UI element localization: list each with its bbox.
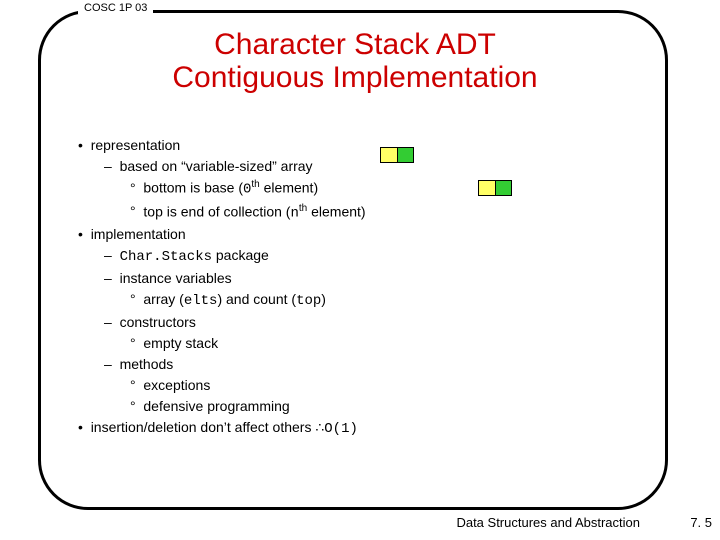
text: element) — [260, 180, 318, 196]
bullet-implementation: implementation Char.Stacks package insta… — [78, 224, 638, 417]
bullet-constructors: constructors empty stack — [104, 312, 638, 354]
bullet-empty-stack: empty stack — [130, 333, 638, 354]
bullet-representation: representation based on “variable-sized”… — [78, 135, 638, 224]
bullet-instance-variables: instance variables array (elts) and coun… — [104, 268, 638, 312]
code-top: top — [296, 293, 321, 309]
code-o1: O(1) — [324, 421, 358, 437]
text: array ( — [143, 291, 183, 307]
text: empty stack — [143, 335, 218, 351]
title-line-1: Character Stack ADT — [214, 28, 496, 61]
bullet-charstacks-package: Char.Stacks package — [104, 245, 638, 268]
text: element) — [307, 203, 365, 219]
text: constructors — [120, 314, 196, 330]
therefore-symbol: ∴ — [315, 419, 324, 435]
code-charstacks: Char.Stacks — [120, 249, 212, 265]
course-code: COSC 1P 03 — [78, 2, 153, 14]
code-elts: elts — [184, 293, 218, 309]
text: exceptions — [143, 377, 210, 393]
bullet-bottom-base: bottom is base (0th element) — [130, 177, 638, 201]
bullet-insertion-deletion: insertion/deletion don’t affect others ∴… — [78, 417, 638, 440]
bullet-methods: methods exceptions defensive programming — [104, 354, 638, 417]
slide-title: Character Stack ADT Contiguous Implement… — [60, 28, 650, 94]
text: representation — [91, 137, 181, 153]
text: defensive programming — [143, 398, 289, 414]
title-line-2: Contiguous Implementation — [172, 61, 537, 94]
bullet-top-end: top is end of collection (nth element) — [130, 201, 638, 225]
page-number: 7. 5 — [690, 515, 712, 530]
bullet-defensive-programming: defensive programming — [130, 396, 638, 417]
text: insertion/deletion don’t affect others — [91, 419, 316, 435]
text: ) — [321, 291, 326, 307]
sup-th: th — [299, 203, 307, 214]
text: top is end of collection ( — [143, 203, 290, 219]
text: instance variables — [120, 270, 232, 286]
text: ) and count ( — [217, 291, 296, 307]
slide-body: representation based on “variable-sized”… — [78, 135, 638, 440]
code-n: n — [290, 205, 298, 221]
text: methods — [120, 356, 174, 372]
text: bottom is base ( — [143, 180, 243, 196]
text: implementation — [91, 226, 186, 242]
bullet-variable-sized-array: based on “variable-sized” array bottom i… — [104, 156, 638, 224]
sup-th: th — [251, 179, 259, 190]
footer-text: Data Structures and Abstraction — [456, 515, 640, 530]
text: package — [212, 247, 269, 263]
bullet-array-count: array (elts) and count (top) — [130, 289, 638, 312]
bullet-exceptions: exceptions — [130, 375, 638, 396]
text: based on “variable-sized” array — [120, 158, 313, 174]
